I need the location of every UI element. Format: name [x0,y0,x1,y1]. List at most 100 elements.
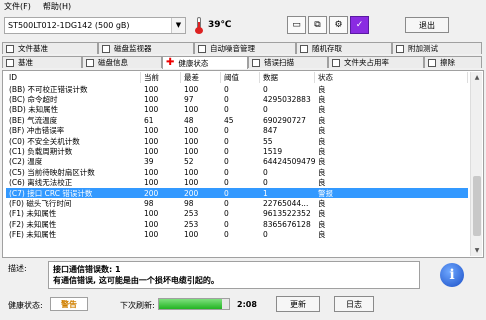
cell-id: (BB) 不可校正错误计数 [9,84,88,94]
cell-worst: 98 [184,198,194,208]
chevron-down-icon[interactable]: ▼ [171,17,185,33]
exit-button[interactable]: 退出 [405,17,449,33]
cell-data: 847 [263,126,278,136]
cell-current: 39 [144,157,154,167]
check-icon[interactable]: ✓ [350,16,369,34]
table-row[interactable]: (FE) 未知属性 100 100 0 0 良 [6,229,468,239]
table-row[interactable]: (F0) 磁头飞行时间 98 98 0 22765044... 良 [6,198,468,208]
menu-file[interactable]: 文件(F) [4,1,31,12]
scroll-up-icon[interactable]: ▲ [471,72,483,83]
col-header-id[interactable]: ID [6,72,141,83]
cell-data: 0 [263,230,268,240]
cell-status: 良 [318,199,326,208]
cell-id: (BE) 气流温度 [9,115,58,125]
tab-aam[interactable]: 自动噪音管理 [194,42,296,54]
cell-worst: 100 [184,84,199,94]
benchmark-icon [6,58,14,67]
cell-worst: 253 [184,209,199,219]
window-icon[interactable]: ▭ [287,16,306,34]
cell-threshold: 0 [224,167,229,177]
description-line-1: 接口通信错误数: 1 [53,265,121,274]
log-button[interactable]: 日志 [334,296,374,312]
tab-disk-info[interactable]: 磁盘信息 [82,56,162,68]
col-header-current[interactable]: 当前 [141,72,181,83]
cell-status: 良 [318,95,326,105]
tab-row-2: 基准 磁盘信息 ✚ 健康状态 错误扫描 文件夹占用率 擦除 [2,56,482,69]
cell-status: 良 [318,178,326,188]
next-refresh-label: 下次刷新: [120,301,155,310]
refresh-progress-fill [159,299,222,309]
folder-icon [332,58,340,67]
table-row[interactable]: (C5) 当前待映射扇区计数 100 100 0 0 良 [6,167,468,177]
settings-icon[interactable]: ⚙ [329,16,348,34]
tab-erase[interactable]: 擦除 [424,56,482,68]
tab-row-1: 文件基准 磁盘监视器 自动噪音管理 随机存取 附加测试 [2,42,482,54]
tab-benchmark[interactable]: 基准 [2,56,82,68]
cell-current: 200 [144,188,159,198]
cell-status: 良 [318,105,326,115]
table-scrollbar[interactable]: ▲ ▼ [470,72,482,256]
description-box: 接口通信错误数: 1 有通信错误, 这可能是由一个损坏电缆引起的。 [48,261,420,289]
copy-icon[interactable]: ⧉ [308,16,327,34]
monitor-icon [102,44,110,53]
col-header-status[interactable]: 状态 [315,72,468,83]
cell-threshold: 0 [224,188,229,198]
cell-id: (C7) 接口 CRC 错误计数 [9,188,93,198]
tab-health[interactable]: ✚ 健康状态 [162,56,248,69]
table-row[interactable]: (C1) 负载周期计数 100 100 0 1519 良 [6,146,468,156]
cell-current: 100 [144,105,159,115]
cell-threshold: 0 [224,178,229,188]
col-header-data[interactable]: 数据 [260,72,315,83]
table-row[interactable]: (BB) 不可校正错误计数 100 100 0 0 良 [6,84,468,94]
table-row[interactable]: (C6) 离线无法校正 100 100 0 0 良 [6,178,468,188]
table-row[interactable]: (C2) 温度 39 52 0 64424509479 良 [6,157,468,167]
cell-threshold: 45 [224,115,234,125]
cell-data: 8365676128 [263,219,311,229]
tab-file-benchmark[interactable]: 文件基准 [2,42,98,54]
table-row[interactable]: (BC) 命令超时 100 97 0 4295032883 良 [6,94,468,104]
cell-id: (FE) 未知属性 [9,230,57,240]
health-status-badge: 警告 [50,297,88,311]
table-row[interactable]: (F2) 未知属性 100 253 0 8365676128 良 [6,219,468,229]
cell-status: 良 [318,115,326,125]
cell-threshold: 0 [224,95,229,105]
col-header-threshold[interactable]: 阈值 [221,72,260,83]
cell-data: 55 [263,136,273,146]
cell-id: (C0) 不安全关机计数 [9,136,80,146]
disk-select[interactable]: ST500LT012-1DG142 (500 gB) ▼ [4,16,186,34]
cell-current: 100 [144,167,159,177]
menu-help[interactable]: 帮助(H) [43,1,71,12]
scroll-thumb[interactable] [473,176,481,236]
cell-id: (BD) 未知属性 [9,105,59,115]
cell-threshold: 0 [224,230,229,240]
cell-worst: 100 [184,105,199,115]
cell-status: 良 [318,126,326,136]
cell-id: (F0) 磁头飞行时间 [9,199,72,208]
table-row[interactable]: (BE) 气流温度 61 48 45 690290727 良 [6,115,468,125]
cell-id: (C6) 离线无法校正 [9,178,73,188]
cell-current: 100 [144,209,159,219]
cell-current: 100 [144,136,159,146]
col-header-worst[interactable]: 最差 [181,72,221,83]
table-row[interactable]: (BF) 冲击错误率 100 100 0 847 良 [6,126,468,136]
table-row[interactable]: (C7) 接口 CRC 错误计数 200 200 0 1 警报 [6,187,468,199]
cell-worst: 253 [184,219,199,229]
description-label: 描述: [8,264,27,273]
refresh-progress-bar [158,298,230,310]
cell-worst: 100 [184,126,199,136]
cell-current: 100 [144,147,159,157]
tab-error-scan[interactable]: 错误扫描 [248,56,328,68]
table-row[interactable]: (BD) 未知属性 100 100 0 0 良 [6,105,468,115]
speaker-icon [198,44,206,53]
tab-disk-monitor[interactable]: 磁盘监视器 [98,42,194,54]
cell-current: 61 [144,115,154,125]
cell-worst: 100 [184,167,199,177]
tab-extra-tests[interactable]: 附加测试 [392,42,482,54]
table-row[interactable]: (C0) 不安全关机计数 100 100 0 55 良 [6,136,468,146]
scroll-down-icon[interactable]: ▼ [471,245,483,256]
update-button[interactable]: 更新 [276,296,320,312]
tab-folder-usage[interactable]: 文件夹占用率 [328,56,424,68]
table-row[interactable]: (F1) 未知属性 100 253 0 9613522352 良 [6,209,468,219]
health-status-label: 健康状态: [8,301,43,310]
tab-random-access[interactable]: 随机存取 [296,42,392,54]
